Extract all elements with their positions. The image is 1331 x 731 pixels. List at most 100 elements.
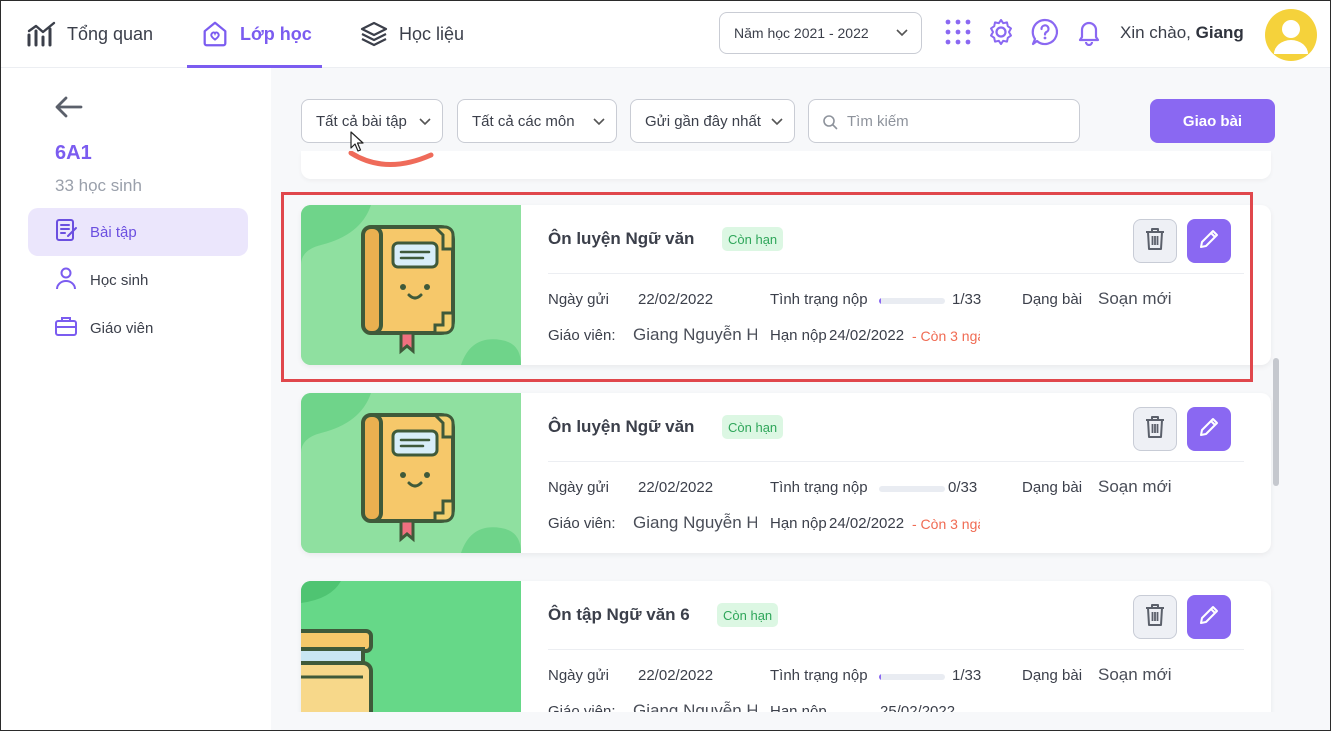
remaining-days: - Còn 3 ngày [912, 328, 980, 344]
nav-materials-label: Học liệu [399, 23, 465, 44]
deadline-value: 25/02/2022 [880, 703, 956, 712]
assignment-card[interactable]: Ôn tập Ngữ văn 6 Còn hạn Ngày gửi 22/02/… [301, 581, 1271, 712]
delete-button[interactable] [1133, 219, 1177, 263]
back-arrow-icon[interactable] [55, 96, 83, 123]
submit-progress-fill [879, 674, 881, 680]
trash-icon [1144, 415, 1166, 444]
edit-button[interactable] [1187, 407, 1231, 451]
delete-button[interactable] [1133, 595, 1177, 639]
chevron-down-icon [416, 114, 432, 132]
chart-icon [27, 19, 57, 49]
pencil-icon [1197, 415, 1221, 444]
sidebar-item-label: Học sinh [90, 271, 149, 289]
filter-subject[interactable]: Tất cả các môn [457, 99, 617, 143]
notebook-illustration [301, 393, 521, 553]
teacher-label: Giáo viên: [548, 515, 616, 532]
school-year-select[interactable]: Năm học 2021 - 2022 [719, 12, 922, 54]
student-count: 33 học sinh [55, 176, 142, 195]
sidebar-item-students[interactable]: Học sinh [28, 256, 248, 304]
deadline-value: 24/02/2022 [829, 327, 905, 344]
avatar[interactable] [1265, 9, 1317, 61]
school-year-value: Năm học 2021 - 2022 [734, 25, 869, 41]
chevron-down-icon [895, 25, 909, 42]
type-value: Soạn mới [1098, 477, 1172, 496]
sent-date-label: Ngày gửi [548, 291, 609, 308]
briefcase-icon [54, 314, 78, 342]
delete-button[interactable] [1133, 407, 1177, 451]
greeting: Xin chào, Giang [1120, 23, 1244, 43]
assignment-card[interactable]: Ôn luyện Ngữ văn Còn hạn Ngày gửi 22/02/… [301, 205, 1271, 365]
apps-grid-icon[interactable] [943, 17, 973, 47]
assignment-card[interactable]: Ôn luyện Ngữ văn Còn hạn Ngày gửi 22/02/… [301, 393, 1271, 553]
submit-count: 1/33 [952, 291, 982, 308]
deadline-label: Hạn nộp [770, 515, 827, 532]
assignment-title[interactable]: Ôn luyện Ngữ văn [548, 417, 694, 437]
assignment-title[interactable]: Ôn tập Ngữ văn 6 [548, 605, 690, 625]
search-input[interactable] [847, 112, 1067, 130]
assign-button[interactable]: Giao bài [1150, 99, 1275, 143]
status-badge: Còn hạn [717, 603, 779, 627]
assignment-thumbnail [301, 393, 521, 553]
pencil-icon [1197, 603, 1221, 632]
sidebar-item-teachers[interactable]: Giáo viên [28, 304, 248, 352]
assignment-thumbnail [301, 581, 521, 712]
sidebar-item-label: Bài tập [90, 223, 137, 241]
status-badge: Còn hạn [722, 227, 784, 251]
sidebar-item-assignments[interactable]: Bài tập [28, 208, 248, 256]
deadline-value: 24/02/2022 [829, 515, 905, 532]
teacher-value: Giang Nguyễn Hoàng [633, 325, 757, 344]
submit-count: 0/33 [948, 479, 978, 496]
sidebar: 6A1 33 học sinh Bài tập Học sinh Giáo vi… [1, 68, 271, 730]
chevron-down-icon [590, 114, 606, 132]
card-divider [548, 649, 1244, 650]
assignment-icon [54, 218, 78, 246]
pencil-icon [1197, 227, 1221, 256]
filter-assignment-type[interactable]: Tất cả bài tập [301, 99, 443, 143]
thumbnail-fragment [348, 151, 434, 167]
submit-status-label: Tình trạng nộp [770, 291, 868, 308]
trash-icon [1144, 227, 1166, 256]
scrollbar-thumb[interactable] [1273, 358, 1279, 486]
book-stack-illustration [301, 581, 521, 712]
teacher-label: Giáo viên: [548, 703, 616, 712]
mouse-cursor-icon [350, 131, 364, 158]
submit-progress-fill [879, 298, 881, 304]
type-label: Dạng bài [1022, 667, 1083, 684]
notebook-illustration [301, 205, 521, 365]
teacher-value: Giang Nguyễn Hoàng [633, 513, 757, 532]
sidebar-item-label: Giáo viên [90, 319, 154, 337]
nav-classes-label: Lớp học [240, 23, 312, 44]
bell-icon[interactable] [1074, 17, 1104, 47]
search-box[interactable] [808, 99, 1080, 143]
submit-progress-bar [879, 298, 945, 304]
chevron-down-icon [768, 114, 784, 132]
assignment-thumbnail [301, 205, 521, 365]
card-divider [548, 461, 1244, 462]
gear-icon[interactable] [986, 17, 1016, 47]
assignment-title[interactable]: Ôn luyện Ngữ văn [548, 229, 694, 249]
user-icon [54, 266, 78, 294]
deadline-label: Hạn nộp [770, 327, 827, 344]
type-label: Dạng bài [1022, 291, 1083, 308]
help-icon[interactable] [1030, 17, 1060, 47]
deadline-label: Hạn nộp [770, 703, 827, 712]
nav-materials[interactable]: Học liệu [359, 1, 464, 67]
filter-sort-value: Gửi gần đây nhất [645, 112, 761, 130]
submit-status-label: Tình trạng nộp [770, 667, 868, 684]
edit-button[interactable] [1187, 219, 1231, 263]
edit-button[interactable] [1187, 595, 1231, 639]
nav-overview-label: Tổng quan [67, 23, 154, 44]
filter-sort[interactable]: Gửi gần đây nhất [630, 99, 795, 143]
nav-classes[interactable]: Lớp học [200, 1, 312, 67]
class-name: 6A1 [55, 142, 92, 164]
status-badge: Còn hạn [722, 415, 784, 439]
sent-date-label: Ngày gửi [548, 667, 609, 684]
sent-date-label: Ngày gửi [548, 479, 609, 496]
greeting-name: Giang [1195, 23, 1244, 42]
submit-count: 1/33 [952, 667, 982, 684]
filter-assignment-type-value: Tất cả bài tập [316, 112, 407, 130]
submit-progress-bar [879, 674, 945, 680]
teacher-label: Giáo viên: [548, 327, 616, 344]
assignment-list[interactable]: Ôn luyện Ngữ văn Còn hạn Ngày gửi 22/02/… [291, 151, 1281, 712]
nav-overview[interactable]: Tổng quan [27, 1, 153, 67]
